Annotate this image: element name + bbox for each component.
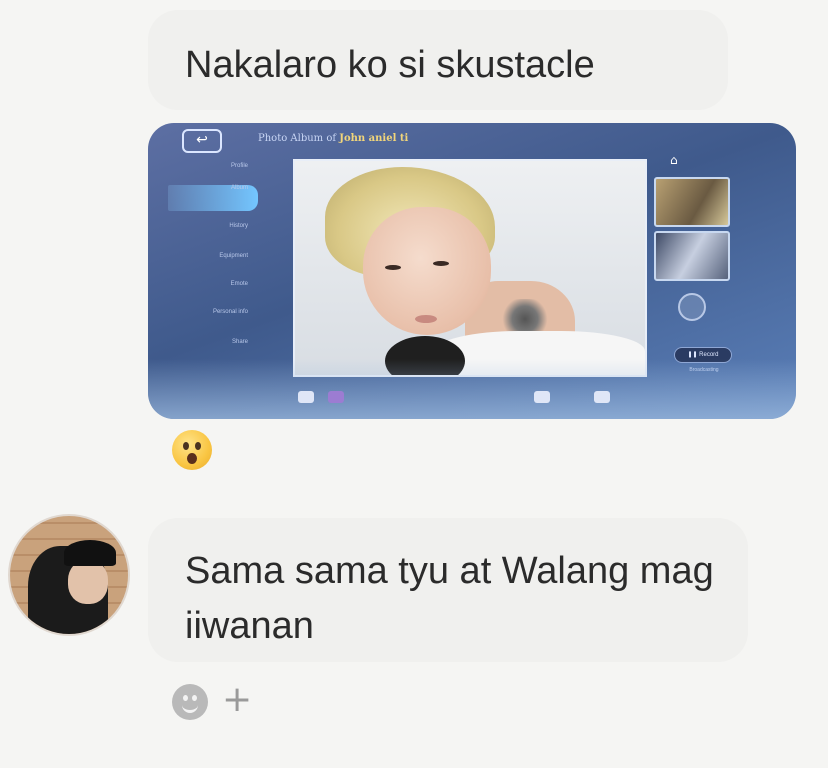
menu-item-emote: Emote	[230, 281, 248, 287]
message-text-1: Nakalaro ko si skustacle	[185, 44, 595, 86]
avatar-cap	[64, 540, 116, 566]
home-icon: ⌂	[670, 153, 678, 167]
smile-mouth	[182, 702, 198, 713]
thumbnail-2	[654, 231, 730, 281]
share-icon	[678, 293, 706, 321]
album-title: Photo Album of John aniel ti	[258, 133, 408, 144]
album-title-prefix: Photo Album of	[258, 133, 337, 144]
bottom-icon-2	[328, 391, 344, 403]
menu-item-album: Album	[168, 185, 258, 211]
bottom-icon-1	[298, 391, 314, 403]
avatar[interactable]	[8, 514, 130, 636]
photo-eye-right	[433, 261, 449, 266]
add-reaction-icon[interactable]	[172, 684, 208, 720]
photo-eye-left	[385, 265, 401, 270]
photo-lips	[415, 315, 437, 323]
message-text-2: Sama sama tyu at Walang mag iiwanan	[185, 550, 714, 647]
album-title-name: John aniel ti	[339, 133, 409, 144]
record-button: ❚❚ Record	[674, 347, 732, 363]
plus-icon[interactable]: +	[222, 682, 252, 718]
photo-face	[363, 207, 491, 335]
emoji-eye-right	[195, 442, 201, 450]
bottom-icon-4	[594, 391, 610, 403]
emoji-mouth	[187, 453, 197, 464]
avatar-face	[68, 560, 108, 604]
menu-item-profile: Profile	[230, 163, 248, 169]
image-attachment[interactable]: ↩ Photo Album of John aniel ti Profile A…	[148, 123, 796, 419]
back-arrow-icon: ↩	[182, 129, 222, 153]
thumbnail-1	[654, 177, 730, 227]
menu-item-share: Share	[231, 339, 248, 345]
bottom-icon-3	[534, 391, 550, 403]
surprised-face-icon[interactable]	[172, 430, 212, 470]
photo-shirt	[435, 331, 645, 375]
broadcast-label: Broadcasting	[689, 367, 719, 373]
emoji-eye-left	[183, 442, 189, 450]
menu-item-equipment: Equipment	[219, 253, 248, 259]
menu-item-personal: Personal info	[212, 309, 248, 315]
portrait-photo	[293, 159, 647, 377]
menu-item-history: History	[229, 223, 248, 229]
